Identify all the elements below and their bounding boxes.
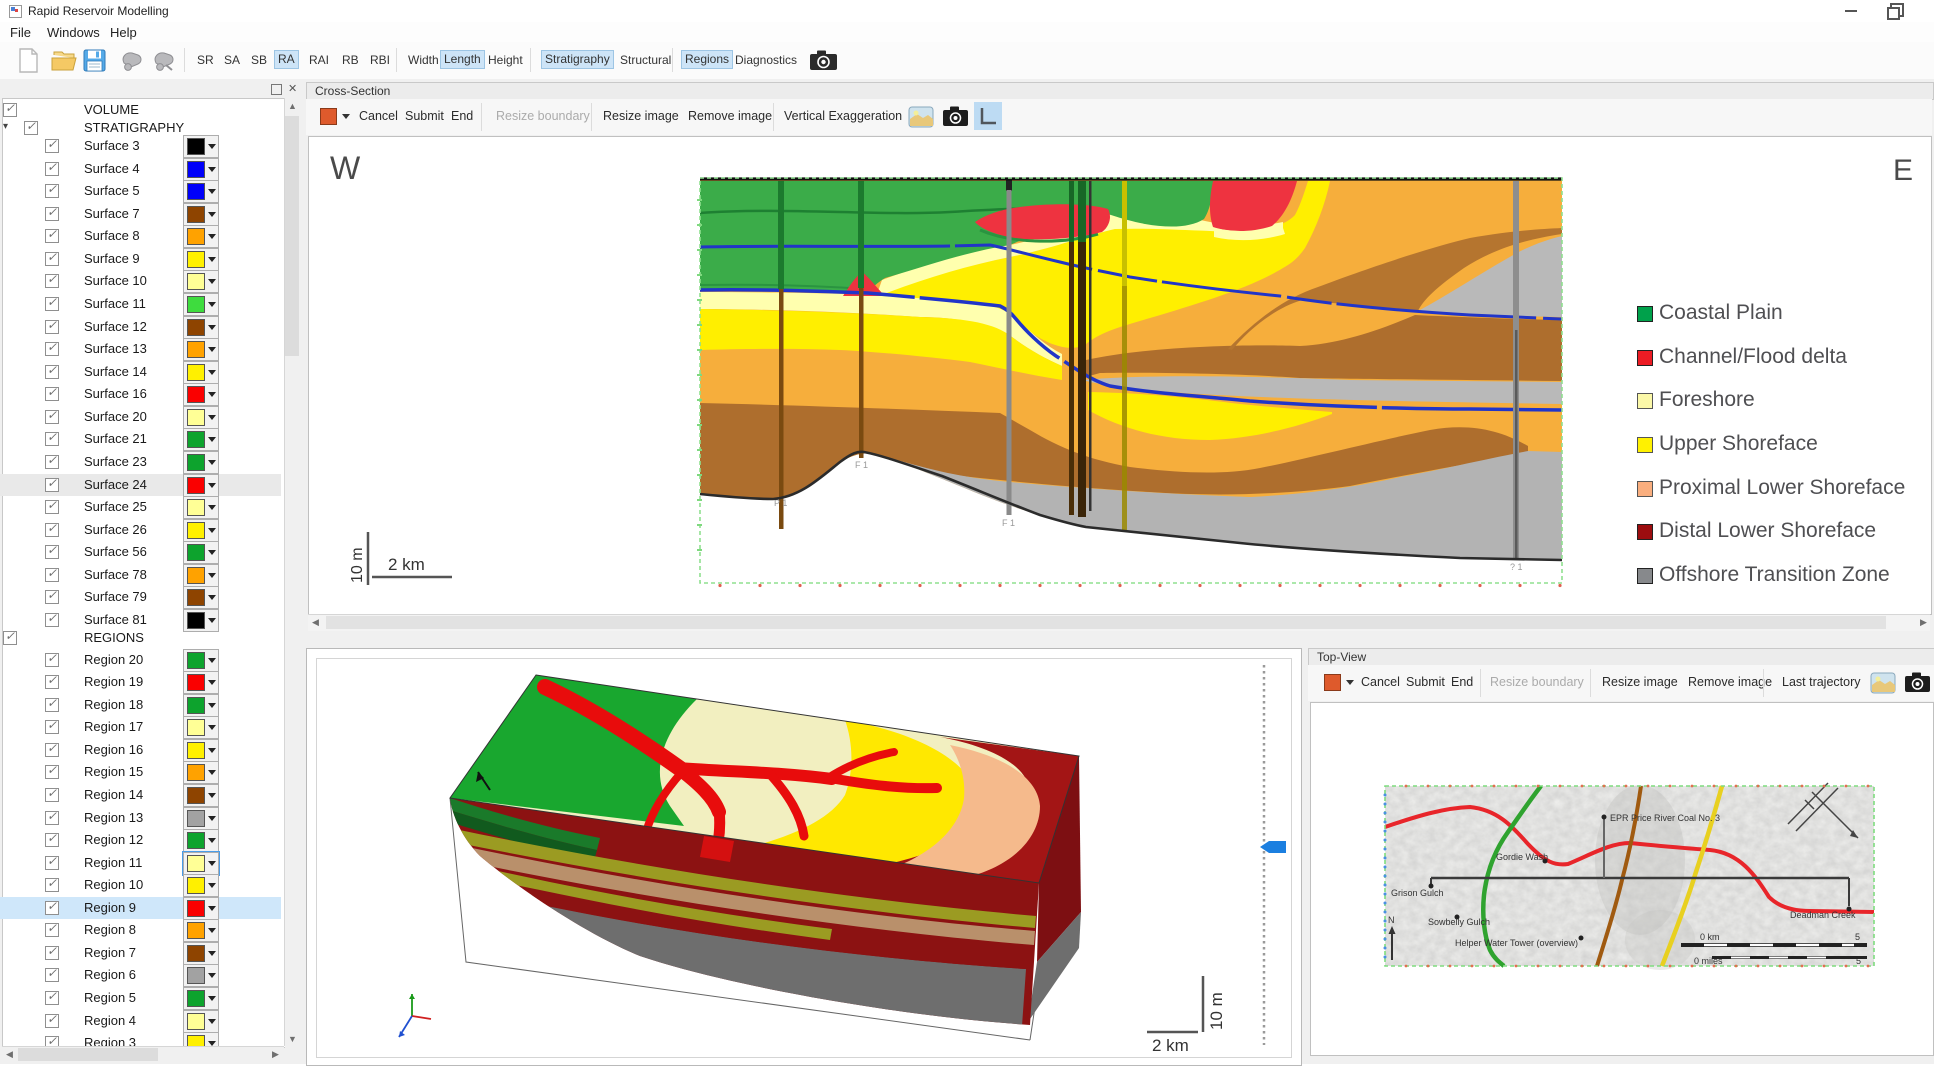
svg-text:Sowbelly Gulch: Sowbelly Gulch (1428, 917, 1490, 927)
svg-text:F 1: F 1 (855, 460, 868, 470)
svg-text:? 1: ? 1 (1510, 562, 1523, 572)
svg-text:10 m: 10 m (349, 547, 366, 583)
svg-text:0 km: 0 km (1700, 932, 1720, 942)
svg-text:Helper Water Tower (overview): Helper Water Tower (overview) (1455, 938, 1578, 948)
svg-text:EPR Price River Coal No. 3: EPR Price River Coal No. 3 (1610, 813, 1720, 823)
svg-text:F 1: F 1 (1002, 518, 1015, 528)
svg-text:Grison Gulch: Grison Gulch (1391, 888, 1444, 898)
svg-text:5: 5 (1855, 932, 1860, 942)
svg-text:2 km: 2 km (1152, 1036, 1189, 1055)
svg-text:Deadman Creek: Deadman Creek (1790, 910, 1856, 920)
svg-text:10 m: 10 m (1207, 992, 1226, 1030)
svg-text:2 km: 2 km (388, 555, 425, 574)
svg-text:Gordie Wash: Gordie Wash (1496, 852, 1548, 862)
svg-text:W: W (330, 150, 361, 186)
svg-text:N: N (1388, 915, 1395, 925)
svg-text:E: E (1893, 154, 1913, 187)
